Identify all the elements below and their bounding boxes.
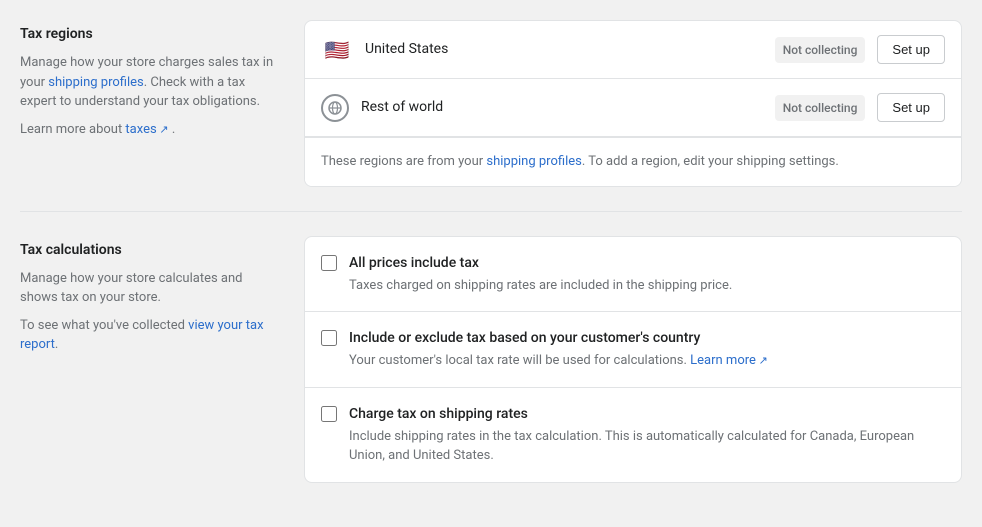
tax-calculations-card: All prices include tax Taxes charged on … <box>304 236 962 483</box>
all-prices-row: All prices include tax Taxes charged on … <box>305 237 961 313</box>
tax-calculations-section: Tax calculations Manage how your store c… <box>20 236 962 483</box>
tax-regions-left: Tax regions Manage how your store charge… <box>20 20 280 187</box>
tax-regions-section: Tax regions Manage how your store charge… <box>20 20 962 187</box>
include-exclude-desc-text: Your customer's local tax rate will be u… <box>349 353 690 368</box>
tax-regions-title: Tax regions <box>20 24 280 45</box>
us-flag-icon: 🇺🇸 <box>321 38 353 62</box>
report-prefix: To see what you've collected <box>20 318 188 333</box>
shipping-profiles-link-2[interactable]: shipping profiles <box>486 154 581 169</box>
us-setup-button[interactable]: Set up <box>877 35 945 64</box>
info-prefix: These regions are from your <box>321 154 486 169</box>
info-suffix: . To add a region, edit your shipping se… <box>582 154 839 169</box>
charge-tax-content: Charge tax on shipping rates Include shi… <box>349 404 945 466</box>
tax-regions-card: 🇺🇸 United States Not collecting Set up R… <box>304 20 962 187</box>
page-container: Tax regions Manage how your store charge… <box>0 0 982 527</box>
row-region-name: Rest of world <box>361 97 775 118</box>
learn-more-link[interactable]: Learn more <box>690 353 768 368</box>
us-region-row: 🇺🇸 United States Not collecting Set up <box>305 21 961 79</box>
all-prices-content: All prices include tax Taxes charged on … <box>349 253 945 296</box>
all-prices-desc: Taxes charged on shipping rates are incl… <box>349 276 945 296</box>
all-prices-label: All prices include tax <box>349 253 945 274</box>
tax-regions-learn-more: Learn more about taxes . <box>20 120 280 140</box>
charge-tax-row: Charge tax on shipping rates Include shi… <box>305 388 961 482</box>
tax-calculations-title: Tax calculations <box>20 240 280 261</box>
tax-calculations-left: Tax calculations Manage how your store c… <box>20 236 280 483</box>
row-status-badge: Not collecting <box>775 95 866 121</box>
include-exclude-label: Include or exclude tax based on your cus… <box>349 328 945 349</box>
shipping-profiles-link-1[interactable]: shipping profiles <box>48 75 143 90</box>
charge-tax-checkbox[interactable] <box>321 406 337 422</box>
charge-tax-desc: Include shipping rates in the tax calcul… <box>349 427 945 466</box>
taxes-link[interactable]: taxes <box>125 122 168 137</box>
tax-regions-description: Manage how your store charges sales tax … <box>20 53 280 112</box>
include-exclude-desc: Your customer's local tax rate will be u… <box>349 351 945 371</box>
row-setup-button[interactable]: Set up <box>877 93 945 122</box>
row-region-row: Rest of world Not collecting Set up <box>305 79 961 137</box>
us-status-badge: Not collecting <box>775 37 866 63</box>
include-exclude-content: Include or exclude tax based on your cus… <box>349 328 945 371</box>
include-exclude-row: Include or exclude tax based on your cus… <box>305 312 961 388</box>
regions-info-row: These regions are from your shipping pro… <box>305 137 961 186</box>
us-region-name: United States <box>365 39 775 60</box>
include-exclude-checkbox[interactable] <box>321 330 337 346</box>
tax-calculations-report: To see what you've collected view your t… <box>20 316 280 355</box>
tax-calculations-description: Manage how your store calculates and sho… <box>20 269 280 308</box>
globe-icon <box>321 94 349 122</box>
all-prices-checkbox[interactable] <box>321 255 337 271</box>
learn-more-prefix: Learn more about <box>20 122 125 137</box>
section-divider <box>20 211 962 212</box>
charge-tax-label: Charge tax on shipping rates <box>349 404 945 425</box>
